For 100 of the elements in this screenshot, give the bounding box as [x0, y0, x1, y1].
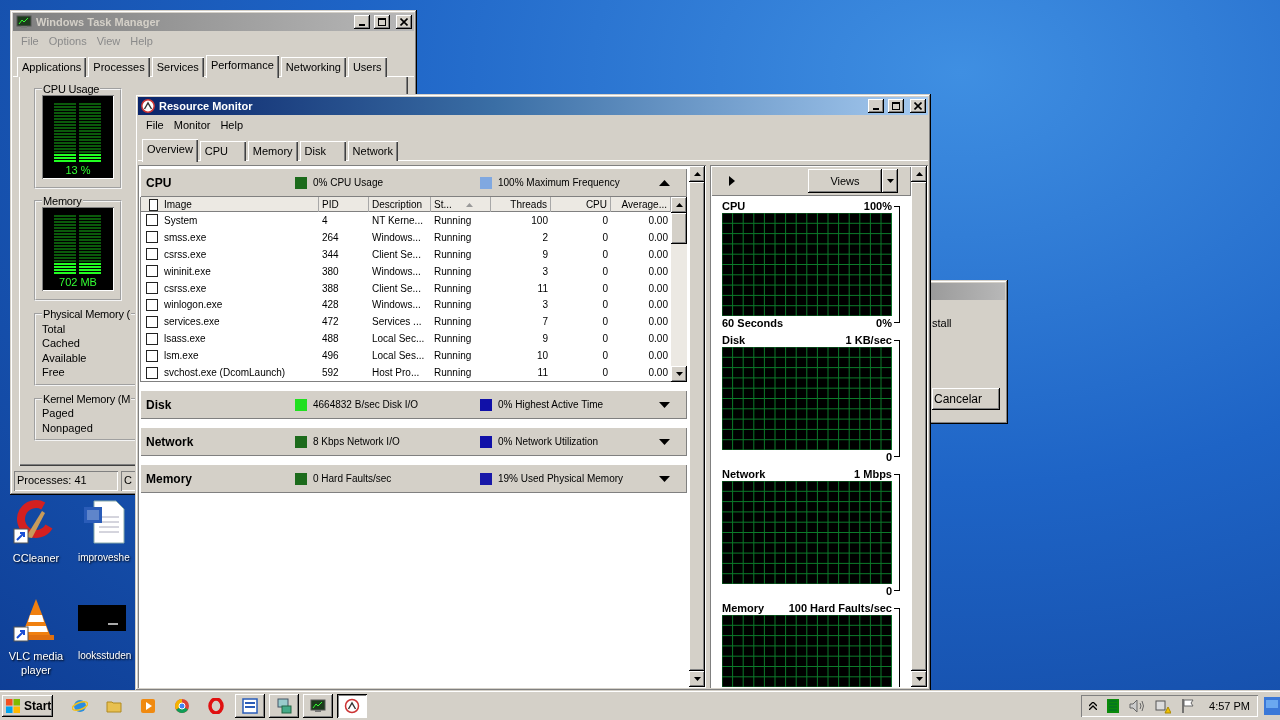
section-title: Disk [146, 397, 172, 412]
table-cell-text: Local Ses... [371, 350, 426, 362]
scroll-down-button[interactable] [911, 671, 927, 687]
flag-icon[interactable] [1181, 698, 1196, 714]
dropdown-button[interactable] [882, 169, 898, 193]
column-header[interactable]: CPU [582, 197, 611, 212]
caret-icon[interactable] [659, 438, 670, 445]
cancel-button[interactable]: Cancelar [932, 388, 1000, 410]
menu-item[interactable]: File [141, 117, 169, 132]
table-cell-text: Running [433, 231, 473, 243]
row-checkbox[interactable] [146, 214, 158, 227]
maximize-button[interactable] [888, 99, 904, 113]
column-header[interactable]: Image [161, 197, 319, 212]
caret-icon[interactable] [659, 475, 670, 482]
table-cell-text: Windows... [371, 231, 422, 243]
minimize-button[interactable] [868, 99, 884, 113]
tab[interactable]: Disk [299, 141, 346, 161]
scroll-up-button[interactable] [671, 197, 687, 213]
row-checkbox[interactable] [146, 315, 158, 328]
column-header[interactable]: Description [369, 197, 431, 212]
menu-item[interactable]: Help [215, 117, 249, 132]
icon-label[interactable]: CCleaner [12, 551, 60, 565]
section-header[interactable]: Disk 4664832 B/sec Disk I/O 0% Highest Active Time [140, 390, 687, 419]
table-cell-text: 4 [321, 214, 329, 226]
column-header[interactable]: Threads [507, 197, 551, 212]
scroll-down-button[interactable] [689, 671, 705, 687]
field-label: Free [42, 365, 65, 380]
row-checkbox[interactable] [146, 332, 158, 345]
maximize-button[interactable] [374, 15, 390, 29]
table-cell-text: winlogon.exe [163, 299, 224, 311]
windows-flag-icon [5, 698, 21, 714]
row-checkbox[interactable] [146, 366, 158, 379]
meter-icon[interactable] [1107, 699, 1120, 713]
taskbar-button[interactable] [269, 694, 299, 718]
row-checkbox[interactable] [146, 282, 158, 295]
table-cell-text: 0 [601, 333, 609, 345]
start-button[interactable]: Start [2, 695, 53, 717]
table-cell-text: 0 [601, 367, 609, 379]
axis-label: 100% [863, 200, 892, 212]
taskbar-button[interactable] [235, 694, 265, 718]
column-header[interactable]: St... [431, 197, 491, 212]
field-label: Total [42, 321, 66, 336]
table-cell-text: 0.00 [647, 333, 669, 345]
chevron-icon[interactable] [1089, 702, 1098, 710]
scroll-up-button[interactable] [689, 166, 705, 182]
speaker-icon[interactable] [1129, 699, 1146, 713]
section-header[interactable]: CPU 0% CPU Usage 100% Maximum Frequency [140, 168, 687, 197]
icon-label[interactable]: VLC media player [3, 649, 69, 677]
tab[interactable]: Users [347, 57, 387, 77]
section-header[interactable]: Memory 0 Hard Faults/sec 19% Used Physical Memory [140, 464, 687, 493]
tab[interactable]: CPU [199, 141, 246, 161]
tab[interactable]: Services [151, 57, 204, 77]
table-cell-text: 592 [321, 367, 340, 379]
icon-label[interactable]: looksstuden [78, 649, 132, 663]
axis-label: 100 Hard Faults/sec [788, 602, 892, 614]
tab[interactable]: Networking [280, 57, 346, 77]
scroll-up-button[interactable] [911, 166, 927, 182]
caret-icon[interactable] [659, 401, 670, 408]
row-checkbox[interactable] [146, 265, 158, 278]
table-cell-text: Running [433, 214, 473, 226]
tab[interactable]: Network [347, 141, 398, 161]
vertical-scrollbar[interactable] [671, 197, 687, 382]
table-cell-text: services.exe [163, 316, 221, 328]
table-cell-text: 472 [321, 316, 340, 328]
icon-label[interactable]: improveshe [78, 551, 130, 565]
table-cell-text: Services ... [371, 316, 423, 328]
section-header[interactable]: Network 8 Kbps Network I/O 0% Network Utilization [140, 427, 687, 456]
tab[interactable]: Overview [142, 139, 198, 162]
menu-item[interactable]: Monitor [168, 117, 216, 132]
expand-icon[interactable] [729, 176, 735, 186]
views-button[interactable]: Views [808, 169, 882, 193]
tab[interactable]: Memory [247, 141, 298, 161]
minimize-button[interactable] [354, 15, 370, 29]
pinwheel-icon [174, 698, 190, 714]
scroll-thumb[interactable] [671, 213, 687, 244]
close-button[interactable] [910, 99, 926, 113]
row-checkbox[interactable] [146, 231, 158, 244]
taskbar-button[interactable] [303, 694, 333, 718]
row-checkbox[interactable] [146, 299, 158, 311]
select-all-checkbox[interactable] [149, 198, 158, 211]
table-cell-text: 3 [541, 299, 549, 311]
row-checkbox[interactable] [146, 349, 158, 362]
table-cell-text: 0.00 [647, 265, 669, 277]
taskbar-button[interactable] [337, 694, 367, 718]
caret-icon[interactable] [659, 179, 670, 186]
close-button[interactable] [396, 15, 412, 29]
caret-icon [886, 179, 894, 183]
clock[interactable]: 4:57 PM [1209, 700, 1250, 712]
table-cell-text: Running [433, 248, 473, 260]
scroll-down-button[interactable] [671, 366, 687, 382]
close-icon [400, 18, 408, 26]
table-cell-text: svchost.exe (DcomLaunch) [163, 367, 287, 379]
column-header[interactable]: PID [319, 197, 369, 212]
tab[interactable]: Applications [17, 57, 87, 77]
row-checkbox[interactable] [146, 248, 158, 261]
table-cell-text: 0 [601, 350, 609, 362]
tab[interactable]: Processes [88, 57, 150, 77]
stat-label: 0% Highest Active Time [498, 399, 604, 410]
table-cell-text: Running [433, 282, 473, 294]
tab[interactable]: Performance [205, 55, 279, 78]
